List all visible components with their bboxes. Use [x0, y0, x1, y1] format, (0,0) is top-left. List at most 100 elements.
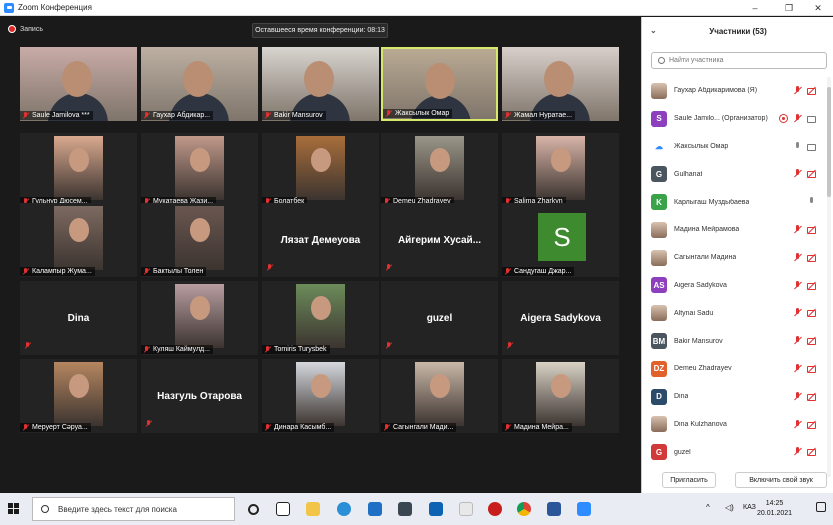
- video-tile[interactable]: Куляш Каймулд...: [141, 281, 258, 355]
- video-tile[interactable]: Жамал Нуратае...: [502, 47, 619, 121]
- mail-icon[interactable]: [429, 502, 443, 516]
- muted-mic-icon[interactable]: [793, 86, 802, 95]
- record-icon[interactable]: [779, 113, 788, 123]
- video-tile[interactable]: Болатбек: [262, 133, 379, 207]
- muted-mic-icon[interactable]: [793, 308, 802, 317]
- muted-mic-icon[interactable]: [793, 336, 802, 345]
- video-tile[interactable]: Tomiris Turysbek: [262, 281, 379, 355]
- participant-row[interactable]: S Saule Jamilo... (Организатор): [642, 105, 824, 133]
- taskbar-clock[interactable]: 14:25 20.01.2021: [757, 499, 792, 519]
- chrome-icon[interactable]: [517, 502, 531, 516]
- task-view-icon[interactable]: [276, 502, 290, 516]
- video-off-icon[interactable]: [807, 308, 816, 318]
- participant-row[interactable]: Мадина Мейрамова: [642, 216, 824, 244]
- video-off-icon[interactable]: [807, 253, 816, 262]
- muted-mic-icon[interactable]: [793, 113, 802, 123]
- video-off-icon[interactable]: [807, 281, 816, 290]
- notification-icon[interactable]: [816, 502, 826, 512]
- video-off-icon[interactable]: [807, 86, 816, 95]
- video-tile[interactable]: Мадина Мейра...: [502, 359, 619, 433]
- volume-icon[interactable]: ◁): [725, 503, 734, 512]
- participant-name-label: Мадина Мейра...: [502, 423, 572, 432]
- video-off-icon[interactable]: [807, 364, 816, 373]
- edge-icon[interactable]: [337, 502, 351, 516]
- calculator-icon[interactable]: [398, 502, 412, 516]
- video-tile[interactable]: Айгерим Хусай...: [381, 203, 498, 277]
- video-off-icon[interactable]: [807, 169, 816, 179]
- mic-icon[interactable]: [807, 197, 816, 206]
- participant-face: [544, 61, 574, 97]
- video-tile[interactable]: Demeu Zhadrayev: [381, 133, 498, 207]
- unmute-button[interactable]: Включить свой звук: [735, 472, 827, 488]
- participant-row[interactable]: Dina Kulzhanova: [642, 411, 824, 439]
- video-off-icon[interactable]: [807, 336, 816, 346]
- video-off-icon[interactable]: [807, 225, 816, 234]
- participant-row[interactable]: ☁ Жаксылык Омар: [642, 133, 824, 161]
- participant-row[interactable]: G Gulhanat: [642, 160, 824, 188]
- participant-row[interactable]: BM Bakir Mansurov: [642, 327, 824, 355]
- close-button[interactable]: ✕: [803, 0, 833, 16]
- video-off-icon[interactable]: [807, 447, 816, 457]
- video-icon[interactable]: [807, 114, 816, 123]
- video-tile[interactable]: Bakir Mansurov: [262, 47, 379, 121]
- recording-indicator[interactable]: Запись: [8, 25, 43, 33]
- taskbar-search-input[interactable]: Введите здесь текст для поиска: [32, 497, 235, 521]
- video-tile[interactable]: Гаухар Абдикар...: [141, 47, 258, 121]
- chevron-down-icon[interactable]: ⌄: [650, 26, 657, 35]
- video-tile[interactable]: Жаксылык Омар: [381, 47, 498, 121]
- video-tile[interactable]: Dina: [20, 281, 137, 355]
- participant-row[interactable]: AS Aigera Sadykova: [642, 272, 824, 300]
- muted-mic-icon[interactable]: [793, 224, 802, 234]
- participant-row[interactable]: DZ Demeu Zhadrayev: [642, 355, 824, 383]
- windows-start-icon[interactable]: [8, 503, 20, 515]
- store-icon[interactable]: [368, 502, 382, 516]
- invite-button[interactable]: Пригласить: [662, 472, 716, 488]
- tray-chevron-up-icon[interactable]: ^: [706, 503, 710, 512]
- file-explorer-icon[interactable]: [306, 502, 320, 516]
- participant-search-input[interactable]: Найти участника: [651, 52, 827, 69]
- muted-mic-icon[interactable]: [793, 280, 802, 290]
- word-icon[interactable]: [547, 502, 561, 516]
- video-tile[interactable]: Гульнур Дюсем...: [20, 133, 137, 207]
- scrollbar[interactable]: [827, 77, 831, 477]
- video-tile[interactable]: Динара Касымб...: [262, 359, 379, 433]
- video-tile[interactable]: guzel: [381, 281, 498, 355]
- language-indicator[interactable]: КАЗ: [743, 504, 756, 511]
- video-tile[interactable]: Мукатаева Жази...: [141, 133, 258, 207]
- video-tile[interactable]: Aigera Sadykova: [502, 281, 619, 355]
- video-tile[interactable]: Меруерт Сәруа...: [20, 359, 137, 433]
- participant-row[interactable]: Gguzel: [642, 438, 824, 466]
- participant-row[interactable]: D Dina: [642, 383, 824, 411]
- video-tile[interactable]: Сагынгали Мади...: [381, 359, 498, 433]
- mic-icon[interactable]: [793, 141, 802, 151]
- video-tile[interactable]: Бактылы Толен: [141, 203, 258, 277]
- zoom-taskbar-icon[interactable]: [577, 502, 591, 516]
- muted-mic-icon[interactable]: [793, 447, 802, 456]
- muted-mic-icon[interactable]: [793, 391, 802, 401]
- participant-row[interactable]: K Карлыгаш Муздыбаева: [642, 188, 824, 216]
- scrollbar-thumb[interactable]: [827, 87, 831, 197]
- video-tile[interactable]: S Сандугаш Джар...: [502, 203, 619, 277]
- video-tile[interactable]: Salima Zharkyn: [502, 133, 619, 207]
- minimize-button[interactable]: –: [740, 0, 770, 16]
- muted-mic-icon[interactable]: [793, 363, 802, 373]
- video-off-icon[interactable]: [807, 392, 816, 401]
- participant-row[interactable]: Altynai Sadu: [642, 299, 824, 327]
- video-tile[interactable]: Назгуль Отарова: [141, 359, 258, 433]
- video-tile[interactable]: Калампыр Жума...: [20, 203, 137, 277]
- video-tile[interactable]: Лязат Демеуова: [262, 203, 379, 277]
- cortana-icon[interactable]: [248, 504, 259, 515]
- muted-mic-icon[interactable]: [793, 169, 802, 178]
- opera-icon[interactable]: [488, 502, 502, 516]
- participant-row[interactable]: Гаухар Абдикаримова (Я): [642, 77, 824, 105]
- muted-mic-icon[interactable]: [793, 419, 802, 429]
- participant-row[interactable]: Сагынгали Мадина: [642, 244, 824, 272]
- video-off-icon[interactable]: [807, 420, 816, 429]
- muted-mic-icon[interactable]: [793, 252, 802, 262]
- paint-icon[interactable]: [459, 502, 473, 516]
- participant-name: Saule Jamilova ***: [32, 112, 90, 119]
- maximize-button[interactable]: ❐: [774, 0, 804, 16]
- muted-mic-icon: [143, 346, 150, 353]
- video-icon[interactable]: [807, 142, 816, 151]
- video-tile[interactable]: Saule Jamilova ***: [20, 47, 137, 121]
